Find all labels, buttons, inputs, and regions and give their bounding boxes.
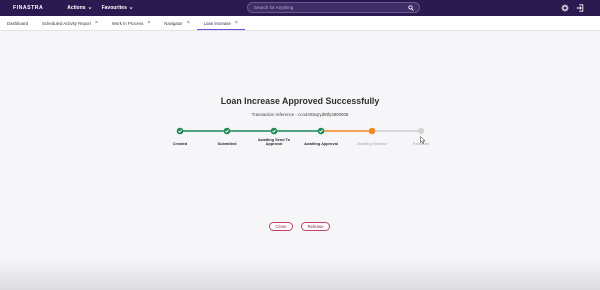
current-step-dot [368, 127, 376, 135]
step-label-awaiting-release: Awaiting Release [357, 141, 387, 146]
workflow-stepper: Created Submitted Awaiting Send To Appro… [173, 126, 429, 156]
nav-favourites-label: Favourites [101, 5, 127, 11]
page-title: Loan Increase Approved Successfully [220, 96, 380, 106]
tab-label: Dashboard [7, 20, 29, 26]
check-circle-icon [317, 127, 325, 135]
release-button[interactable]: Release [301, 222, 330, 231]
logout-icon[interactable] [576, 4, 584, 12]
tab-work-in-process[interactable]: Work In Process × [105, 16, 157, 30]
chevron-down-icon [129, 6, 133, 10]
tab-label: Navigator [164, 20, 183, 26]
transaction-reference: Transaction reference - ccn44rt5xjryd9tf… [251, 112, 349, 117]
pending-step-dot [417, 127, 425, 135]
tab-label: Loan Increase [203, 20, 231, 26]
step-label-awaiting-send-to-approval: Awaiting Send To Approval [257, 137, 291, 147]
main-nav: Actions Favourites [67, 5, 133, 11]
search-icon[interactable] [408, 5, 414, 11]
stepper-track [176, 127, 425, 135]
close-button[interactable]: Close [269, 222, 293, 231]
nav-actions-label: Actions [67, 5, 86, 11]
chevron-down-icon [88, 6, 92, 10]
check-circle-icon [270, 127, 278, 135]
check-circle-icon [176, 127, 184, 135]
close-icon[interactable]: × [95, 20, 98, 26]
nav-favourites[interactable]: Favourites [102, 5, 133, 11]
tab-label: Work In Process [111, 20, 144, 26]
brand-logo[interactable]: FINASTRA [13, 5, 43, 11]
nav-actions[interactable]: Actions [67, 5, 92, 11]
tab-label: Scheduled Activity Report [42, 20, 91, 26]
step-label-created: Created [172, 141, 188, 146]
tab-navigator[interactable]: Navigator × [157, 16, 196, 30]
bottom-shadow [0, 258, 600, 290]
close-icon[interactable]: × [147, 20, 150, 26]
close-icon[interactable]: × [187, 20, 190, 26]
top-bar: FINASTRA Actions Favourites [0, 0, 600, 16]
tab-loan-increase[interactable]: Loan Increase × [196, 16, 245, 30]
step-label-awaiting-approval: Awaiting Approval [304, 141, 338, 146]
close-icon[interactable]: × [235, 20, 238, 26]
search-box [247, 2, 420, 13]
tab-scheduled-activity-report[interactable]: Scheduled Activity Report × [35, 16, 105, 30]
mouse-pointer-icon [420, 136, 426, 144]
check-circle-icon [223, 127, 231, 135]
tab-bar: Dashboard Scheduled Activity Report × Wo… [0, 16, 600, 31]
search-input[interactable] [254, 5, 404, 10]
gear-icon[interactable] [561, 4, 569, 12]
tab-dashboard[interactable]: Dashboard [0, 16, 35, 30]
step-label-submitted: Submitted [217, 141, 237, 146]
